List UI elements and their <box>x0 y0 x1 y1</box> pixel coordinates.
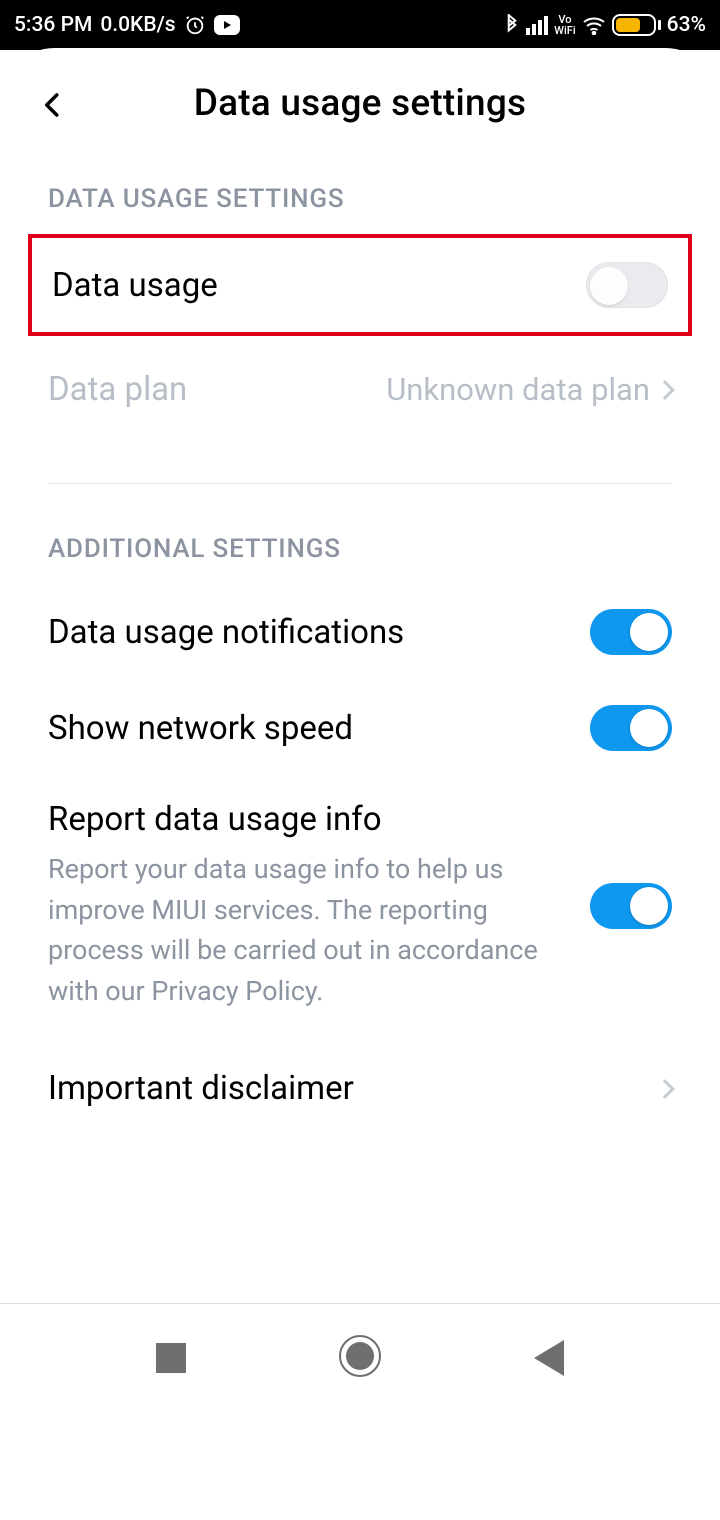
row-label: Report data usage info <box>48 800 538 839</box>
row-label: Show network speed <box>48 709 353 748</box>
status-net-speed: 0.0KB/s <box>100 13 175 37</box>
chevron-right-icon <box>655 380 675 400</box>
toggle-report[interactable] <box>590 883 672 929</box>
vowifi-icon: Vo WiFi <box>554 14 575 36</box>
status-bar: 5:36 PM 0.0KB/s Vo WiFi 63% <box>0 0 720 50</box>
navigation-bar <box>0 1304 720 1412</box>
row-label: Data usage <box>52 266 218 305</box>
recents-button[interactable] <box>156 1343 186 1373</box>
section-header-primary: DATA USAGE SETTINGS <box>0 158 720 234</box>
alarm-icon <box>184 14 206 36</box>
section-header-additional: ADDITIONAL SETTINGS <box>0 484 720 584</box>
battery-icon <box>612 14 661 36</box>
toggle-notifications[interactable] <box>590 609 672 655</box>
back-button[interactable] <box>38 90 68 124</box>
row-value: Unknown data plan <box>386 371 672 408</box>
row-report-data-usage[interactable]: Report data usage info Report your data … <box>0 776 720 1035</box>
row-data-usage[interactable]: Data usage <box>28 234 692 336</box>
back-nav-button[interactable] <box>534 1340 564 1376</box>
row-important-disclaimer[interactable]: Important disclaimer <box>0 1035 720 1132</box>
row-data-plan[interactable]: Data plan Unknown data plan <box>0 336 720 443</box>
row-show-network-speed[interactable]: Show network speed <box>0 680 720 776</box>
youtube-icon <box>214 15 240 35</box>
status-time: 5:36 PM <box>14 13 92 37</box>
chevron-right-icon <box>655 1079 675 1099</box>
row-label: Data usage notifications <box>48 613 404 652</box>
toggle-data-usage[interactable] <box>586 262 668 308</box>
signal-icon <box>526 16 548 35</box>
wifi-icon <box>582 15 606 35</box>
row-notifications[interactable]: Data usage notifications <box>0 584 720 680</box>
data-plan-value: Unknown data plan <box>386 371 650 408</box>
row-label: Data plan <box>48 370 187 409</box>
page-title: Data usage settings <box>0 82 720 125</box>
row-description: Report your data usage info to help us i… <box>48 849 538 1011</box>
toggle-network-speed[interactable] <box>590 705 672 751</box>
row-label: Important disclaimer <box>48 1069 354 1108</box>
battery-percent: 63% <box>667 13 706 37</box>
bluetooth-icon <box>504 14 520 36</box>
home-button[interactable] <box>338 1334 382 1382</box>
app-header: Data usage settings <box>0 48 720 158</box>
